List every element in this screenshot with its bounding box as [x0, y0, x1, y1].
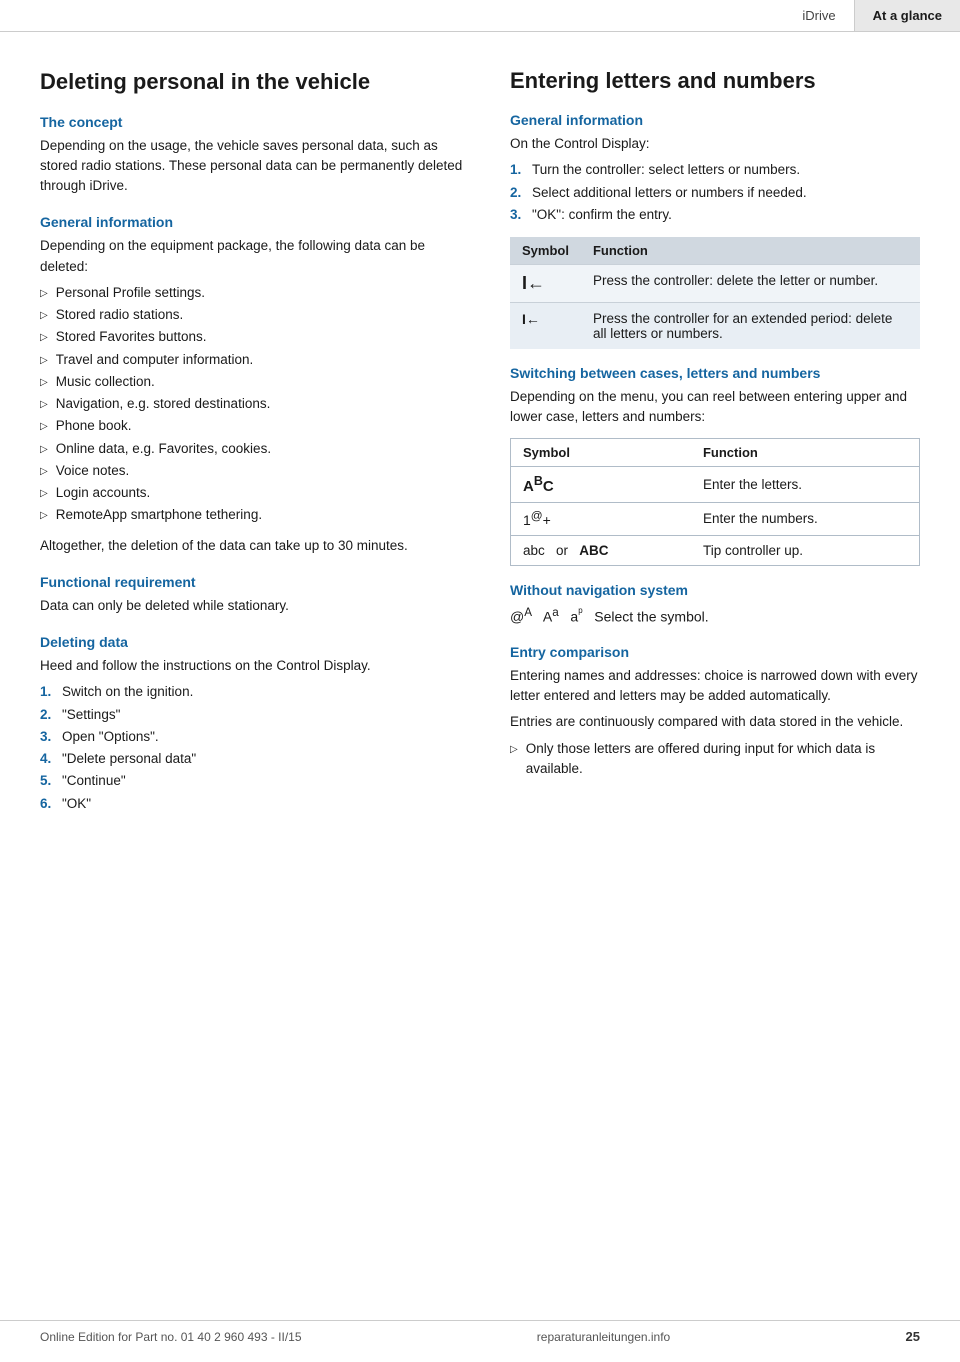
general-info-left-heading: General information: [40, 214, 470, 230]
footer-online-edition: Online Edition for Part no. 01 40 2 960 …: [40, 1330, 302, 1344]
table-cell-function: Tip controller up.: [691, 536, 920, 566]
section-general-info-left: General information Depending on the equ…: [40, 214, 470, 556]
table-row: abc or ABC Tip controller up.: [511, 536, 920, 566]
left-page-title: Deleting personal in the vehicle: [40, 68, 470, 96]
table-cell-function: Press the controller: delete the letter …: [581, 265, 920, 303]
functional-req-heading: Functional requirement: [40, 574, 470, 590]
table-header-symbol: Symbol: [510, 237, 581, 265]
list-item: 2.Select additional letters or numbers i…: [510, 183, 920, 203]
list-item: 6."OK": [40, 794, 470, 814]
switch-table-header-symbol: Symbol: [511, 438, 691, 466]
deleting-data-para: Heed and follow the instructions on the …: [40, 656, 470, 676]
functional-req-para: Data can only be deleted while stationar…: [40, 596, 470, 616]
list-item: 3."OK": confirm the entry.: [510, 205, 920, 225]
table-row: I← Press the controller for an extended …: [510, 303, 920, 350]
list-item: Login accounts.: [40, 483, 470, 503]
list-item: Only those letters are offered during in…: [510, 739, 920, 780]
control-display-steps: 1.Turn the controller: select letters or…: [510, 160, 920, 225]
without-nav-symbols: @A Aa aᵖ Select the symbol.: [510, 604, 920, 628]
footer-site: reparaturanleitungen.info: [537, 1330, 670, 1344]
list-item: Travel and computer information.: [40, 350, 470, 370]
table-cell-symbol: ABC: [511, 466, 691, 502]
table-row: 1@+ Enter the numbers.: [511, 502, 920, 536]
entry-comparison-bullets: Only those letters are offered during in…: [510, 739, 920, 780]
list-item: Online data, e.g. Favorites, cookies.: [40, 439, 470, 459]
list-item: RemoteApp smartphone tethering.: [40, 505, 470, 525]
list-item: 1.Turn the controller: select letters or…: [510, 160, 920, 180]
without-nav-heading: Without navigation system: [510, 582, 920, 598]
table-row: ABC Enter the letters.: [511, 466, 920, 502]
general-info-right-intro: On the Control Display:: [510, 134, 920, 154]
list-item: Phone book.: [40, 416, 470, 436]
main-content: Deleting personal in the vehicle The con…: [0, 32, 960, 884]
list-item: Stored Favorites buttons.: [40, 327, 470, 347]
general-info-right-heading: General information: [510, 112, 920, 128]
list-item: Personal Profile settings.: [40, 283, 470, 303]
right-page-title: Entering letters and numbers: [510, 68, 920, 94]
section-switching: Switching between cases, letters and num…: [510, 365, 920, 566]
switching-heading: Switching between cases, letters and num…: [510, 365, 920, 381]
table-header-function: Function: [581, 237, 920, 265]
table-cell-function: Press the controller for an extended per…: [581, 303, 920, 350]
list-item: 4."Delete personal data": [40, 749, 470, 769]
section-without-nav: Without navigation system @A Aa aᵖ Selec…: [510, 582, 920, 628]
section-deleting-data: Deleting data Heed and follow the instru…: [40, 634, 470, 814]
table-cell-symbol: 1@+: [511, 502, 691, 536]
list-item: 5."Continue": [40, 771, 470, 791]
entry-comparison-para1: Entering names and addresses: choice is …: [510, 666, 920, 707]
section-general-info-right: General information On the Control Displ…: [510, 112, 920, 349]
list-item: 1.Switch on the ignition.: [40, 682, 470, 702]
general-info-bullet-list: Personal Profile settings. Stored radio …: [40, 283, 470, 526]
deleting-data-heading: Deleting data: [40, 634, 470, 650]
table-cell-function: Enter the letters.: [691, 466, 920, 502]
table-cell-symbol: I←: [510, 303, 581, 350]
section-concept: The concept Depending on the usage, the …: [40, 114, 470, 197]
concept-para: Depending on the usage, the vehicle save…: [40, 136, 470, 197]
switch-table-header-function: Function: [691, 438, 920, 466]
list-item: Voice notes.: [40, 461, 470, 481]
general-info-left-para: Depending on the equipment package, the …: [40, 236, 470, 277]
list-item: 3.Open "Options".: [40, 727, 470, 747]
left-column: Deleting personal in the vehicle The con…: [40, 68, 470, 824]
section-entry-comparison: Entry comparison Entering names and addr…: [510, 644, 920, 779]
list-item: Stored radio stations.: [40, 305, 470, 325]
ataglance-text: At a glance: [873, 8, 942, 23]
table-row: I← Press the controller: delete the lett…: [510, 265, 920, 303]
footer-page-number: 25: [906, 1329, 920, 1344]
deleting-data-steps: 1.Switch on the ignition. 2."Settings" 3…: [40, 682, 470, 814]
header-ataglance-label: At a glance: [855, 0, 960, 31]
page-footer: Online Edition for Part no. 01 40 2 960 …: [0, 1320, 960, 1344]
switching-para: Depending on the menu, you can reel betw…: [510, 387, 920, 428]
list-item: Navigation, e.g. stored destinations.: [40, 394, 470, 414]
list-item: 2."Settings": [40, 705, 470, 725]
table-cell-symbol: abc or ABC: [511, 536, 691, 566]
entry-comparison-para2: Entries are continuously compared with d…: [510, 712, 920, 732]
section-functional-req: Functional requirement Data can only be …: [40, 574, 470, 616]
list-item: Music collection.: [40, 372, 470, 392]
table-cell-symbol: I←: [510, 265, 581, 303]
general-info-after-bullets: Altogether, the deletion of the data can…: [40, 536, 470, 556]
switching-table: Symbol Function ABC Enter the letters. 1…: [510, 438, 920, 567]
page-header: iDrive At a glance: [0, 0, 960, 32]
symbol-function-table: Symbol Function I← Press the controller:…: [510, 237, 920, 349]
concept-heading: The concept: [40, 114, 470, 130]
header-idrive-label: iDrive: [784, 0, 854, 31]
table-cell-function: Enter the numbers.: [691, 502, 920, 536]
right-column: Entering letters and numbers General inf…: [510, 68, 920, 824]
idrive-text: iDrive: [802, 8, 835, 23]
entry-comparison-heading: Entry comparison: [510, 644, 920, 660]
